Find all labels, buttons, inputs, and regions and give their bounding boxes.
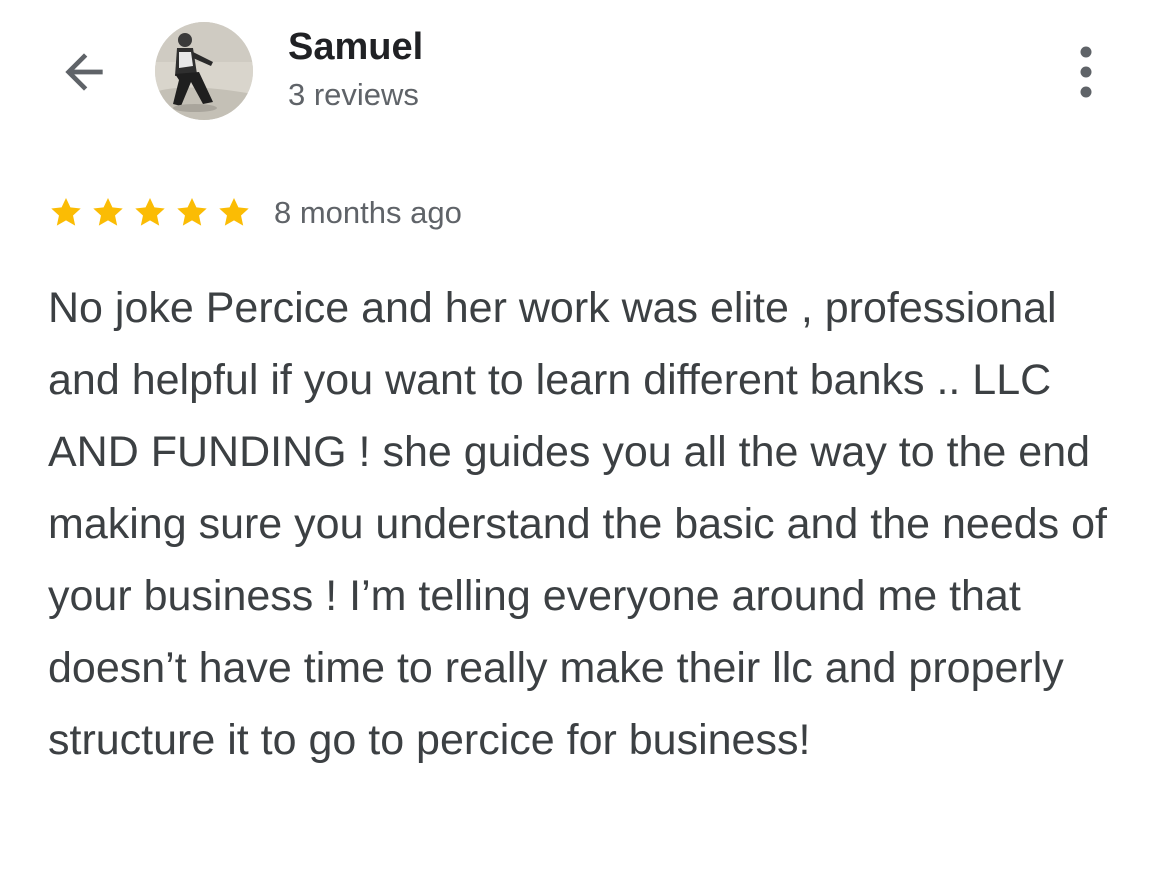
star-icon bbox=[177, 198, 207, 226]
back-button[interactable] bbox=[52, 40, 116, 104]
star-icon bbox=[135, 198, 165, 226]
more-options-button[interactable] bbox=[1060, 40, 1112, 104]
star-icon bbox=[219, 198, 249, 226]
review-time: 8 months ago bbox=[274, 195, 462, 230]
profile-photo bbox=[155, 22, 253, 120]
rating-row: 8 months ago bbox=[48, 190, 462, 236]
review-body: No joke Percice and her work was elite ,… bbox=[48, 284, 1107, 764]
review-header: Samuel 3 reviews bbox=[0, 0, 1170, 150]
reviewer-review-count: 3 reviews bbox=[288, 77, 419, 112]
star-icon bbox=[51, 198, 81, 226]
star-icon bbox=[93, 198, 123, 226]
avatar[interactable] bbox=[155, 22, 253, 120]
star-rating bbox=[48, 195, 258, 231]
reviewer-name[interactable]: Samuel bbox=[288, 26, 423, 70]
more-vert-icon bbox=[1080, 46, 1092, 98]
arrow-back-icon bbox=[65, 53, 103, 91]
